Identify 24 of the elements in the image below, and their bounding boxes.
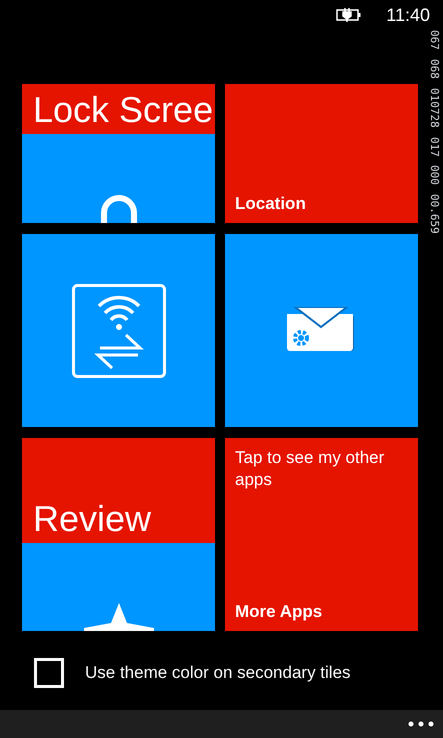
debug-counter: 068 <box>427 58 441 79</box>
status-time: 11:40 <box>386 4 430 26</box>
more-button[interactable] <box>408 721 434 727</box>
debug-counter: 00.659 <box>427 194 441 234</box>
tile-label: More Apps <box>235 600 324 622</box>
tile[interactable] <box>225 234 418 427</box>
battery-charging-icon <box>336 8 362 22</box>
debug-counter: 010728 <box>427 88 441 128</box>
tile-title: Lock Scree <box>33 88 214 132</box>
tile[interactable]: Tap to see my other apps More Apps <box>225 438 418 631</box>
checkbox[interactable] <box>34 658 64 688</box>
tile[interactable]: Lock Scree <box>22 84 215 223</box>
tile[interactable]: Location <box>225 84 418 223</box>
tile[interactable]: Review <box>22 438 215 631</box>
tile[interactable] <box>22 234 215 427</box>
tile-description: Tap to see my other apps <box>235 447 386 491</box>
tile-label: Location <box>235 192 306 214</box>
checkbox-label: Use theme color on secondary tiles <box>85 662 351 684</box>
star-icon <box>84 603 154 631</box>
tile-title: Review <box>33 497 152 541</box>
debug-counter: 067 <box>427 30 441 50</box>
debug-counter: 000 <box>427 165 441 186</box>
debug-counter: 017 <box>427 136 441 156</box>
wifi-transfer-icon <box>72 284 166 378</box>
